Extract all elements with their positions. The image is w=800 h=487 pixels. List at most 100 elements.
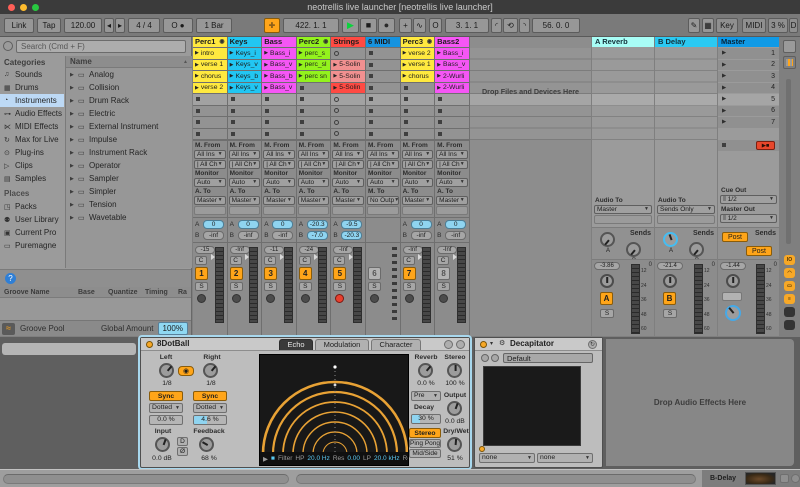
clip-stop-icon[interactable] — [404, 109, 408, 113]
clip-stop-icon[interactable] — [438, 97, 442, 101]
track-volume[interactable]: -Inf — [403, 246, 423, 254]
param-map-1-menu[interactable]: none▼ — [479, 453, 535, 463]
fader-grip[interactable] — [245, 254, 249, 260]
link-button[interactable]: Link — [4, 18, 34, 33]
clip-chorus[interactable]: ▶chorus — [193, 71, 227, 82]
arm-button[interactable] — [439, 294, 448, 303]
return-b-volume[interactable]: -21.4 — [657, 262, 683, 270]
empty-clip-slot[interactable] — [228, 117, 262, 128]
empty-clip-slot[interactable] — [366, 60, 400, 71]
tab-character[interactable]: Character — [371, 339, 421, 350]
track-activator[interactable]: 2 — [230, 267, 243, 280]
fader-grip[interactable] — [453, 254, 457, 260]
monitor-menu[interactable]: Auto▼ — [402, 178, 434, 187]
output-menu[interactable]: Master▼ — [402, 196, 434, 205]
return-b-pan-knob[interactable] — [663, 274, 677, 288]
output-menu[interactable]: Master▼ — [436, 196, 468, 205]
io-overview-toggle[interactable] — [783, 56, 796, 69]
return-a-solo-button[interactable]: S — [600, 309, 614, 318]
track-menu-icon[interactable]: ◉ — [323, 37, 328, 47]
empty-clip-slot[interactable] — [435, 94, 469, 105]
device-on-toggle[interactable] — [146, 341, 153, 348]
reverb-value[interactable]: 0.0 % — [411, 380, 441, 387]
empty-clip-slot[interactable] — [193, 129, 227, 140]
master-pan-knob[interactable] — [726, 274, 740, 288]
sidebar-item-clips[interactable]: ▷Clips — [0, 159, 64, 172]
input-type-menu[interactable]: All Ins▼ — [263, 150, 295, 159]
empty-clip-slot[interactable] — [435, 117, 469, 128]
input-channel-menu[interactable]: | All Ch▼ — [436, 160, 468, 169]
scene-row-3[interactable]: ▶3 — [718, 71, 779, 82]
save-preset-icon[interactable] — [491, 354, 499, 362]
pan-control[interactable]: C — [333, 256, 345, 265]
output-menu[interactable]: Master▼ — [194, 196, 226, 205]
browser-item-sampler[interactable]: ▶▭Sampler — [66, 172, 192, 185]
status-square-icon[interactable] — [780, 474, 789, 483]
sidebar-item-midi-effects[interactable]: ⋉MIDI Effects — [0, 120, 64, 133]
scene-play-icon[interactable]: ▶ — [722, 62, 726, 68]
tap-tempo-button[interactable]: Tap — [37, 18, 61, 33]
hp-res-value[interactable]: 0.00 — [347, 455, 360, 462]
clip-stop-icon[interactable] — [300, 132, 304, 136]
expand-caret-icon[interactable]: ▶ — [70, 202, 78, 208]
clip-play-icon[interactable]: ▶ — [195, 62, 199, 68]
fader-grip[interactable] — [280, 254, 284, 260]
empty-clip-slot[interactable] — [228, 106, 262, 117]
mixer-toggle-3[interactable]: ▭ — [784, 281, 795, 291]
send-b-value[interactable]: -inf — [445, 231, 466, 240]
tempo-field[interactable]: 120.00 — [64, 18, 102, 33]
left-delay-value[interactable]: 1/8 — [153, 380, 181, 387]
play-button[interactable]: ▶ — [342, 18, 359, 33]
mixer-toggle-6[interactable] — [784, 320, 795, 330]
empty-clip-slot[interactable] — [193, 106, 227, 117]
clip-stop-icon[interactable] — [369, 51, 373, 55]
place-item-current-pro[interactable]: ▣Current Pro — [0, 226, 64, 239]
unfold-icon[interactable]: ▾ — [490, 340, 493, 347]
solo-button[interactable]: S — [403, 282, 416, 291]
monitor-menu[interactable]: Auto▼ — [263, 178, 295, 187]
stereo-width-knob[interactable] — [447, 363, 462, 378]
clip-play-icon[interactable]: ▶ — [437, 50, 441, 56]
output-knob[interactable] — [447, 401, 462, 416]
clip-stop-icon[interactable] — [334, 108, 339, 113]
fader-grip[interactable] — [349, 254, 353, 260]
solo-button[interactable]: S — [437, 282, 450, 291]
clip-verse-1[interactable]: ▶verse 1 — [193, 60, 227, 71]
prev-preset-icon[interactable] — [481, 354, 489, 362]
stop-button[interactable]: ■ — [360, 18, 377, 33]
clip-verse-1[interactable]: ▶verse 1 — [401, 60, 435, 71]
close-window-icon[interactable] — [8, 4, 15, 11]
overview-toggle[interactable] — [783, 40, 796, 53]
clip-stop-icon[interactable] — [438, 120, 442, 124]
track-volume[interactable]: -11 — [264, 246, 284, 254]
clip-play-icon[interactable]: ▶ — [299, 73, 303, 79]
send-b-value[interactable]: -7.0 — [307, 231, 328, 240]
empty-clip-slot[interactable] — [193, 117, 227, 128]
send-a-value[interactable]: -9.5 — [341, 220, 362, 229]
send-a-value[interactable]: 0 — [445, 220, 466, 229]
empty-clip-slot[interactable] — [366, 106, 400, 117]
tab-modulation[interactable]: Modulation — [315, 339, 369, 350]
expand-caret-icon[interactable]: ▶ — [70, 215, 78, 221]
input-channel-menu[interactable]: | All Ch▼ — [263, 160, 295, 169]
send-b-value[interactable]: -20.3 — [341, 231, 362, 240]
arm-button[interactable] — [370, 294, 379, 303]
input-channel-menu[interactable]: | All Ch▼ — [367, 160, 399, 169]
clip-play-icon[interactable]: ▶ — [195, 50, 199, 56]
scene-play-icon[interactable]: ▶ — [722, 96, 726, 102]
browser-item-wavetable[interactable]: ▶▭Wavetable — [66, 211, 192, 224]
sidebar-item-plug-ins[interactable]: ⊙Plug-ins — [0, 146, 64, 159]
clip-play-icon[interactable]: ▶ — [403, 62, 407, 68]
clip-5-solin[interactable]: ▶5-Solin — [331, 71, 365, 82]
clip-play-icon[interactable]: ▶ — [437, 85, 441, 91]
output-menu[interactable]: Master▼ — [229, 196, 261, 205]
clip-stop-icon[interactable] — [438, 109, 442, 113]
master-header[interactable]: Master — [718, 37, 779, 47]
empty-clip-slot[interactable] — [331, 48, 365, 59]
sidebar-item-max-for-live[interactable]: ↻Max for Live — [0, 133, 64, 146]
pan-control[interactable]: C — [264, 256, 276, 265]
clip-stop-icon[interactable] — [369, 74, 373, 78]
pan-control[interactable]: C — [230, 256, 242, 265]
clip-play-icon[interactable]: ▶ — [195, 73, 199, 79]
clip-stop-icon[interactable] — [300, 109, 304, 113]
